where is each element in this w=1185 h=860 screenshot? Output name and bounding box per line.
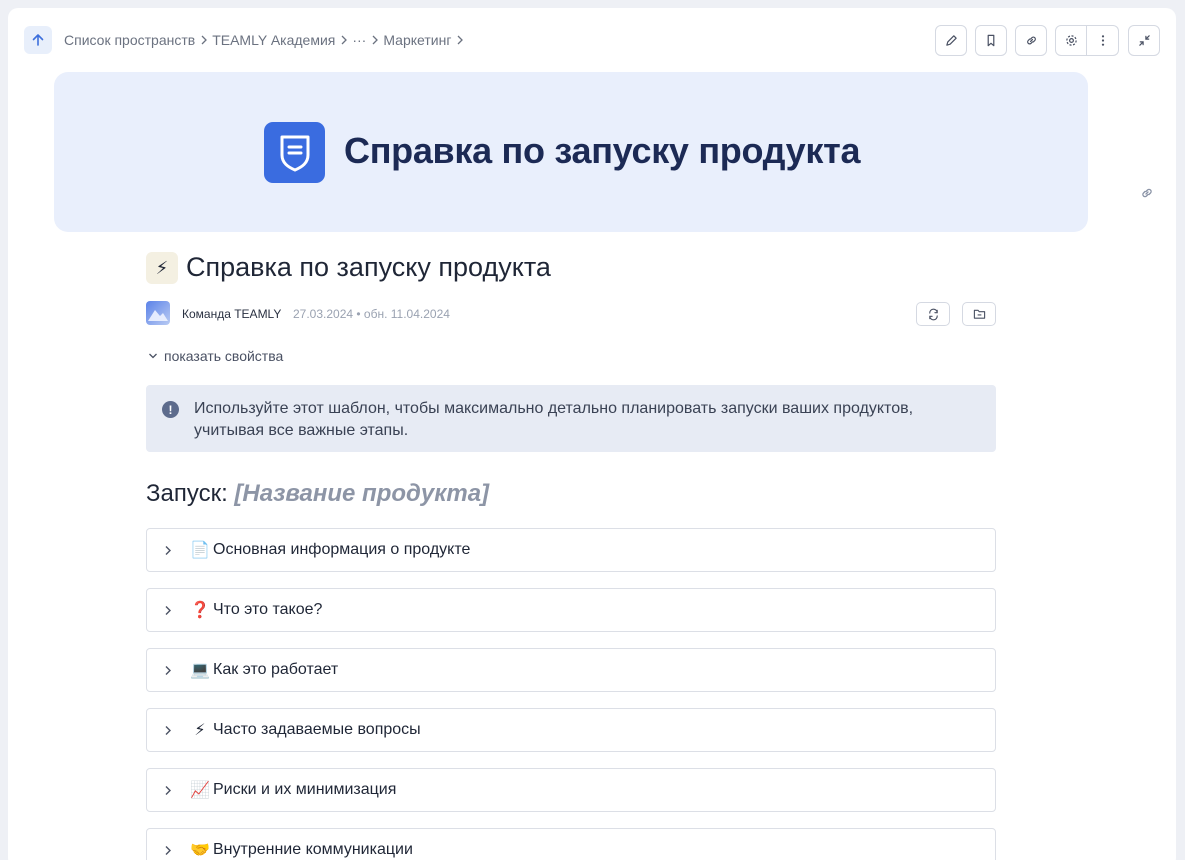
chevron-right-icon <box>164 665 176 676</box>
section-heading-prefix: Запуск: <box>146 480 228 507</box>
info-callout: ! Используйте этот шаблон, чтобы максима… <box>146 385 996 452</box>
chevron-right-icon <box>164 605 176 616</box>
chevron-right-icon <box>164 845 176 856</box>
show-properties-label: показать свойства <box>164 348 284 364</box>
laptop-emoji-icon: 💻 <box>190 662 210 679</box>
toggle-block[interactable]: ⚡ Часто задаваемые вопросы <box>146 708 996 752</box>
refresh-document-icon <box>928 308 938 320</box>
toggle-label: Как это работает <box>213 661 339 678</box>
bookmark-icon <box>987 34 995 47</box>
breadcrumb-item-marketing[interactable]: Маркетинг <box>383 32 451 48</box>
cover-title: Справка по запуску продукта <box>344 130 861 171</box>
edit-button[interactable] <box>935 25 967 56</box>
chevron-right-icon <box>340 35 348 45</box>
link-icon[interactable] <box>1140 186 1154 205</box>
handshake-emoji-icon: 🤝 <box>190 842 210 859</box>
bookmark-button[interactable] <box>975 25 1007 56</box>
document-emoji-icon: 📄 <box>190 542 210 559</box>
arrow-up-icon <box>32 34 44 46</box>
pencil-icon <box>945 35 957 46</box>
question-emoji-icon: ❓ <box>190 602 210 619</box>
chart-emoji-icon: 📈 <box>190 782 210 799</box>
chevron-right-icon <box>164 785 176 796</box>
copy-link-button[interactable] <box>1015 25 1047 56</box>
chevron-down-icon <box>149 353 157 359</box>
toggle-block[interactable]: 📄 Основная информация о продукте <box>146 528 996 572</box>
go-up-button[interactable] <box>24 26 52 54</box>
folder-icon <box>973 309 985 319</box>
chevron-right-icon <box>456 35 464 45</box>
more-vertical-icon <box>1101 35 1104 46</box>
page-emoji-icon[interactable]: ⚡ <box>146 252 178 284</box>
toggle-label: Внутренние коммуникации <box>213 841 413 858</box>
section-heading: Запуск: [Название продукта] <box>146 480 489 508</box>
breadcrumb-item-academy[interactable]: TEAMLY Академия <box>212 32 335 48</box>
page-history-button[interactable] <box>916 302 950 326</box>
chevron-right-icon <box>371 35 379 45</box>
avatar[interactable] <box>146 301 170 325</box>
author-name[interactable]: Команда TEAMLY <box>182 307 281 321</box>
breadcrumb-item-spaces[interactable]: Список пространств <box>64 32 195 48</box>
toggle-block[interactable]: ❓ Что это такое? <box>146 588 996 632</box>
info-icon: ! <box>162 401 179 418</box>
toggle-label: Риски и их минимизация <box>213 781 397 798</box>
toggle-label: Основная информация о продукте <box>213 541 471 558</box>
collapse-view-button[interactable] <box>1128 25 1160 56</box>
lightning-emoji-icon: ⚡ <box>194 722 206 739</box>
gear-icon <box>1065 35 1077 46</box>
toggle-label: Часто задаваемые вопросы <box>213 721 421 738</box>
section-heading-placeholder: [Название продукта] <box>234 480 490 507</box>
shield-logo-icon <box>264 122 325 183</box>
link-icon <box>1026 36 1036 45</box>
settings-button[interactable] <box>1055 25 1087 56</box>
toggle-block[interactable]: 🤝 Внутренние коммуникации <box>146 828 996 860</box>
toggle-block[interactable]: 💻 Как это работает <box>146 648 996 692</box>
chevron-right-icon <box>164 725 176 736</box>
callout-text: Используйте этот шаблон, чтобы максималь… <box>194 400 914 439</box>
toggle-label: Что это такое? <box>213 601 323 618</box>
breadcrumb-item-ellipsis[interactable]: ··· <box>352 32 366 48</box>
chevron-right-icon <box>200 35 208 45</box>
page-toolbar <box>935 25 1168 56</box>
show-properties-toggle[interactable]: показать свойства <box>148 348 283 364</box>
page-title: Справка по запуску продукта <box>186 252 551 282</box>
move-to-folder-button[interactable] <box>962 302 996 326</box>
toggle-block[interactable]: 📈 Риски и их минимизация <box>146 768 996 812</box>
page-dates: 27.03.2024 • обн. 11.04.2024 <box>293 307 450 321</box>
breadcrumb: Список пространств TEAMLY Академия ··· М… <box>64 32 468 48</box>
collapse-icon <box>1138 35 1150 46</box>
chevron-right-icon <box>164 545 176 556</box>
more-button[interactable] <box>1087 25 1119 56</box>
page-cover: Справка по запуску продукта <box>54 72 1088 232</box>
